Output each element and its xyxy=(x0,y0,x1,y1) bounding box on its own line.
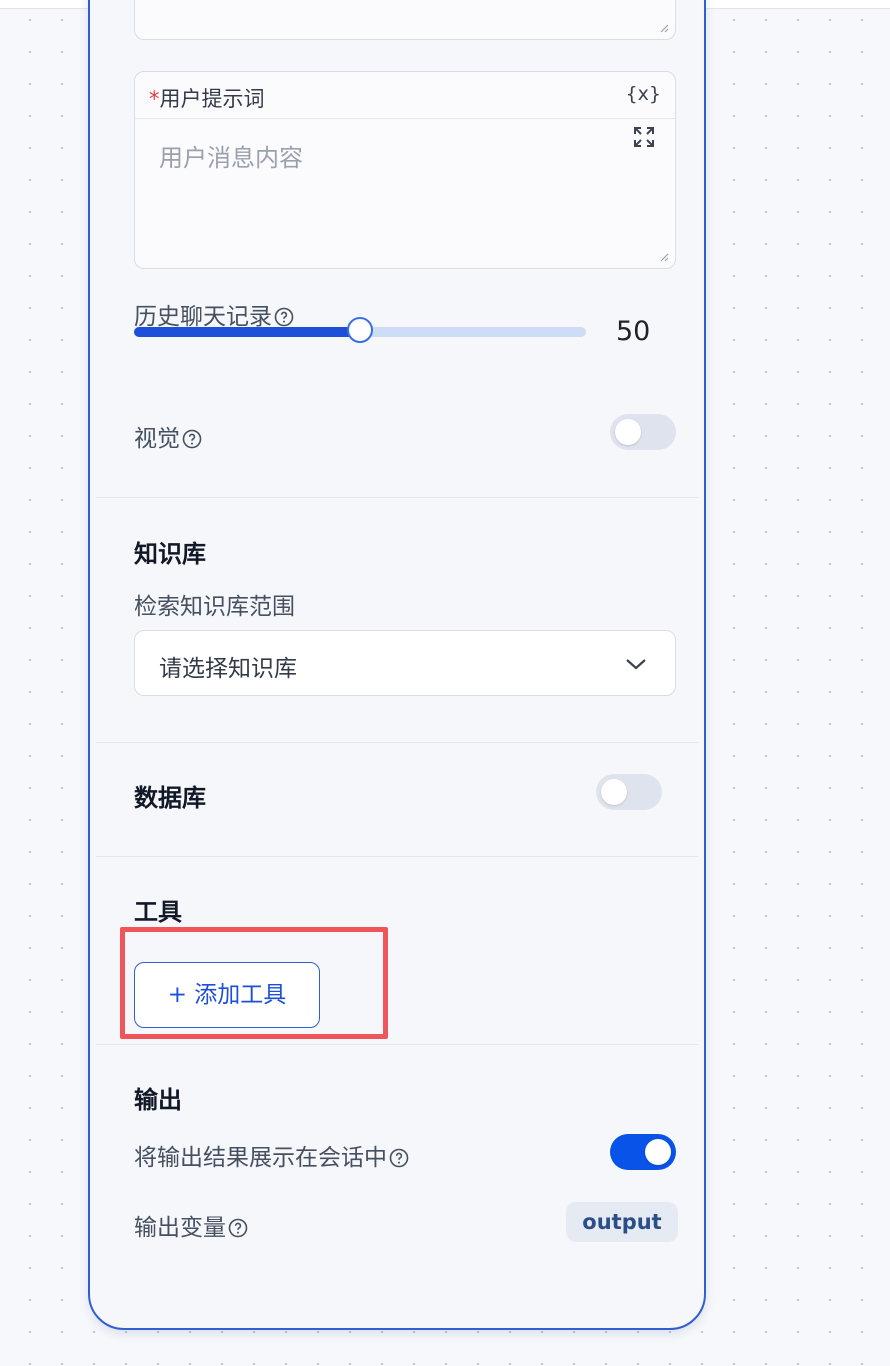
show-in-chat-label-text: 将输出结果展示在会话中 xyxy=(134,1145,387,1171)
history-label: 历史聊天记录 xyxy=(134,297,294,331)
resize-handle-icon[interactable] xyxy=(659,252,669,262)
output-title: 输出 xyxy=(134,1086,182,1114)
knowledge-scope-label: 检索知识库范围 xyxy=(134,594,295,620)
vision-toggle[interactable] xyxy=(610,414,676,450)
show-in-chat-label: 将输出结果展示在会话中 xyxy=(134,1138,409,1172)
knowledge-title: 知识库 xyxy=(134,540,206,568)
help-icon[interactable] xyxy=(182,429,202,449)
user-prompt-placeholder: 用户消息内容 xyxy=(159,144,303,172)
chevron-down-icon xyxy=(626,659,646,670)
user-prompt-label-text: 用户提示词 xyxy=(159,87,265,111)
knowledge-select[interactable]: 请选择知识库 xyxy=(134,630,676,696)
expand-icon[interactable] xyxy=(633,126,655,148)
user-prompt-textarea[interactable]: *用户提示词 {x} 用户消息内容 xyxy=(134,71,676,269)
section-divider xyxy=(96,742,698,743)
tools-title: 工具 xyxy=(134,898,182,926)
history-value: 50 xyxy=(616,316,651,347)
output-variable-label-text: 输出变量 xyxy=(134,1215,226,1241)
output-variable-badge: output xyxy=(566,1202,678,1242)
vision-label-text: 视觉 xyxy=(134,426,180,452)
toggle-knob xyxy=(645,1139,671,1165)
show-in-chat-toggle[interactable] xyxy=(610,1134,676,1170)
section-divider xyxy=(96,856,698,857)
output-variable-label: 输出变量 xyxy=(134,1208,248,1242)
history-slider[interactable] xyxy=(134,317,586,343)
section-divider xyxy=(96,497,698,498)
system-prompt-textarea[interactable] xyxy=(134,0,676,40)
history-slider-fill xyxy=(134,327,360,337)
help-icon[interactable] xyxy=(389,1148,409,1168)
resize-handle-icon[interactable] xyxy=(659,23,669,33)
help-icon[interactable] xyxy=(228,1218,248,1238)
database-toggle[interactable] xyxy=(596,774,662,810)
node-body: *用户提示词 {x} 用户消息内容 历史聊天记录 50 视觉 知识库 检索知识库… xyxy=(96,0,698,1322)
help-icon[interactable] xyxy=(274,307,294,327)
user-prompt-header: *用户提示词 {x} xyxy=(135,72,675,119)
user-prompt-label: *用户提示词 xyxy=(149,83,265,113)
insert-variable-icon[interactable]: {x} xyxy=(626,83,661,105)
knowledge-select-placeholder: 请选择知识库 xyxy=(159,656,297,682)
section-divider xyxy=(96,1044,698,1045)
toggle-knob xyxy=(601,779,627,805)
llm-node-panel: *用户提示词 {x} 用户消息内容 历史聊天记录 50 视觉 知识库 检索知识库… xyxy=(88,0,706,1330)
history-slider-thumb[interactable] xyxy=(347,317,373,343)
vision-label: 视觉 xyxy=(134,419,202,453)
toggle-knob xyxy=(615,419,641,445)
database-title: 数据库 xyxy=(134,784,206,812)
highlight-box xyxy=(120,927,388,1039)
required-mark: * xyxy=(149,87,160,111)
